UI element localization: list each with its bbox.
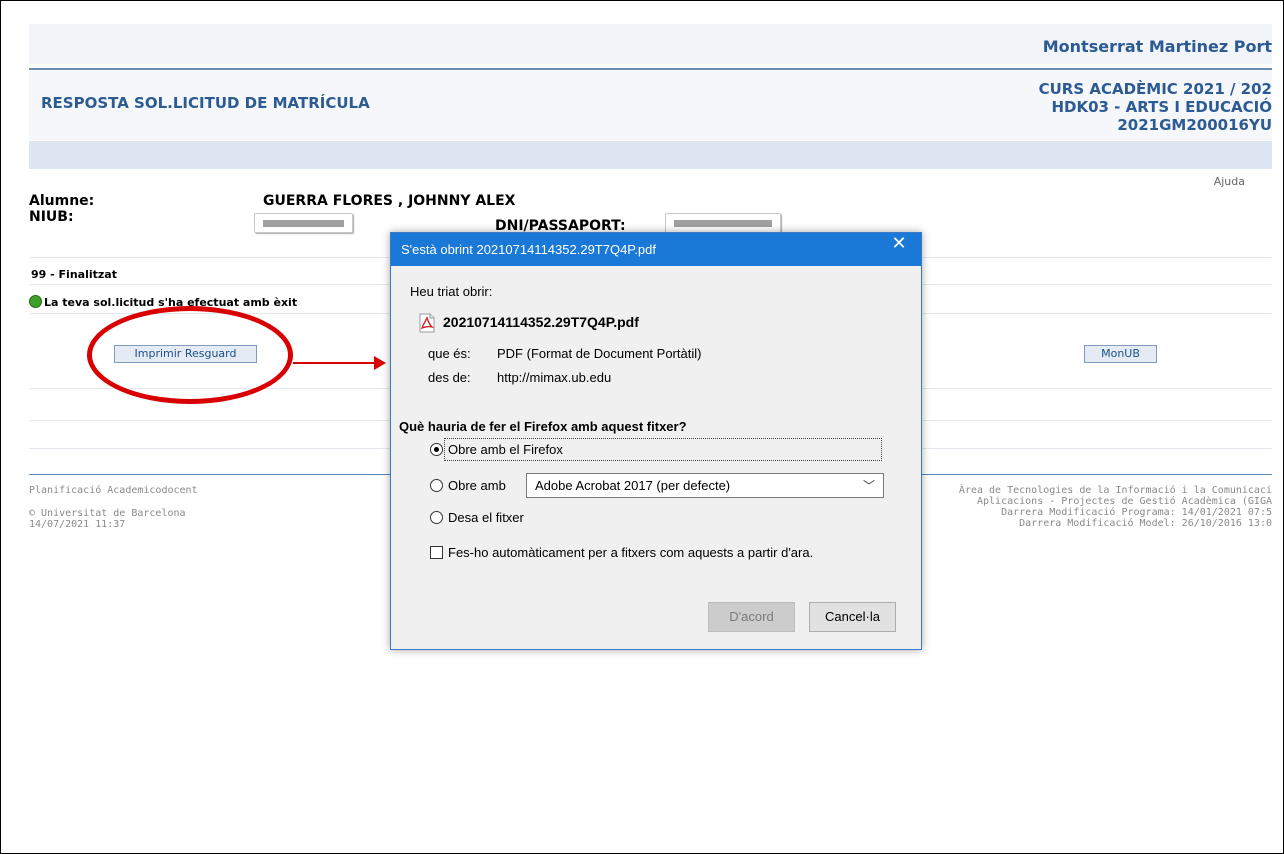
option-open-firefox-label[interactable]: Obre amb el Firefox — [448, 442, 563, 457]
file-type-label: que és: — [428, 346, 471, 361]
monub-button[interactable]: MonUB — [1084, 345, 1157, 363]
option-open-with-label[interactable]: Obre amb — [448, 478, 506, 493]
course-info: CURS ACADÈMIC 2021 / 202 HDK03 - ARTS I … — [1039, 80, 1272, 134]
radio-save-file[interactable] — [430, 511, 443, 524]
auto-action-checkbox[interactable] — [430, 546, 443, 559]
dialog-title: S'està obrint 20210714114352.29T7Q4P.pdf — [401, 242, 656, 257]
nav-bar — [29, 141, 1272, 169]
alumne-label: Alumne: — [29, 193, 95, 209]
status-code: 99 - Finalitzat — [31, 268, 117, 281]
footer-left: Planificació Academicodocent © Universit… — [29, 485, 198, 530]
radio-open-firefox[interactable] — [430, 443, 443, 456]
help-link[interactable]: Ajuda — [1214, 175, 1245, 188]
auto-action-label[interactable]: Fes-ho automàticament per a fitxers com … — [448, 545, 813, 560]
footer-timestamp: 14/07/2021 11:37 — [29, 519, 126, 530]
dialog-intro: Heu triat obrir: — [410, 284, 493, 299]
dialog-question: Què hauria de fer el Firefox amb aquest … — [399, 419, 687, 434]
screenshot-frame: Montserrat Martinez Port RESPOSTA SOL.LI… — [0, 0, 1284, 854]
annotation-circle — [87, 306, 293, 404]
application-select-value: Adobe Acrobat 2017 (per defecte) — [535, 478, 731, 493]
annotation-arrow — [293, 362, 377, 364]
file-source-label: des de: — [428, 370, 471, 385]
annotation-arrow-head — [374, 356, 386, 370]
chevron-down-icon: ﹀ — [862, 479, 875, 493]
footer-program-date: Darrera Modificació Programa: 14/01/2021… — [1001, 507, 1272, 518]
niub-redacted-value — [254, 213, 353, 233]
footer-right: Àrea de Tecnologies de la Informació i l… — [959, 485, 1272, 529]
radio-open-with[interactable] — [430, 479, 443, 492]
alumne-value: GUERRA FLORES , JOHNNY ALEX — [263, 193, 516, 209]
application-select[interactable]: Adobe Acrobat 2017 (per defecte) ﹀ — [526, 473, 884, 498]
page-title: RESPOSTA SOL.LICITUD DE MATRÍCULA — [41, 94, 370, 112]
user-bar: Montserrat Martinez Port — [29, 24, 1272, 64]
cancel-button[interactable]: Cancel·la — [809, 602, 896, 632]
dni-redacted-value — [665, 213, 781, 233]
footer-area: Àrea de Tecnologies de la Informació i l… — [958, 485, 1272, 496]
course-program: HDK03 - ARTS I EDUCACIÓ — [1051, 98, 1272, 116]
footer-model-date: Darrera Modificació Model: 26/10/2016 13… — [1019, 518, 1272, 529]
footer-department: Planificació Academicodocent — [29, 485, 198, 496]
pdf-file-icon — [419, 313, 435, 333]
footer-copyright: © Universitat de Barcelona — [29, 508, 186, 519]
course-request-id: 2021GM200016YU — [1117, 116, 1272, 134]
download-dialog: S'està obrint 20210714114352.29T7Q4P.pdf… — [390, 232, 922, 650]
footer-apps: Aplicacions - Projectes de Gestió Acadèm… — [976, 496, 1272, 507]
file-source-value: http://mimax.ub.edu — [497, 370, 612, 385]
file-type-value: PDF (Format de Document Portàtil) — [497, 346, 702, 361]
ok-button[interactable]: D'acord — [708, 602, 795, 632]
file-name: 20210714114352.29T7Q4P.pdf — [443, 314, 639, 330]
dialog-title-bar: S'està obrint 20210714114352.29T7Q4P.pdf… — [391, 233, 921, 266]
close-icon[interactable]: ✕ — [877, 233, 921, 266]
success-dot-icon — [29, 295, 42, 308]
option-save-file-label[interactable]: Desa el fitxer — [448, 510, 524, 525]
user-name: Montserrat Martinez Port — [1042, 37, 1272, 56]
niub-label: NIUB: — [29, 209, 74, 225]
course-year: CURS ACADÈMIC 2021 / 202 — [1038, 80, 1272, 98]
